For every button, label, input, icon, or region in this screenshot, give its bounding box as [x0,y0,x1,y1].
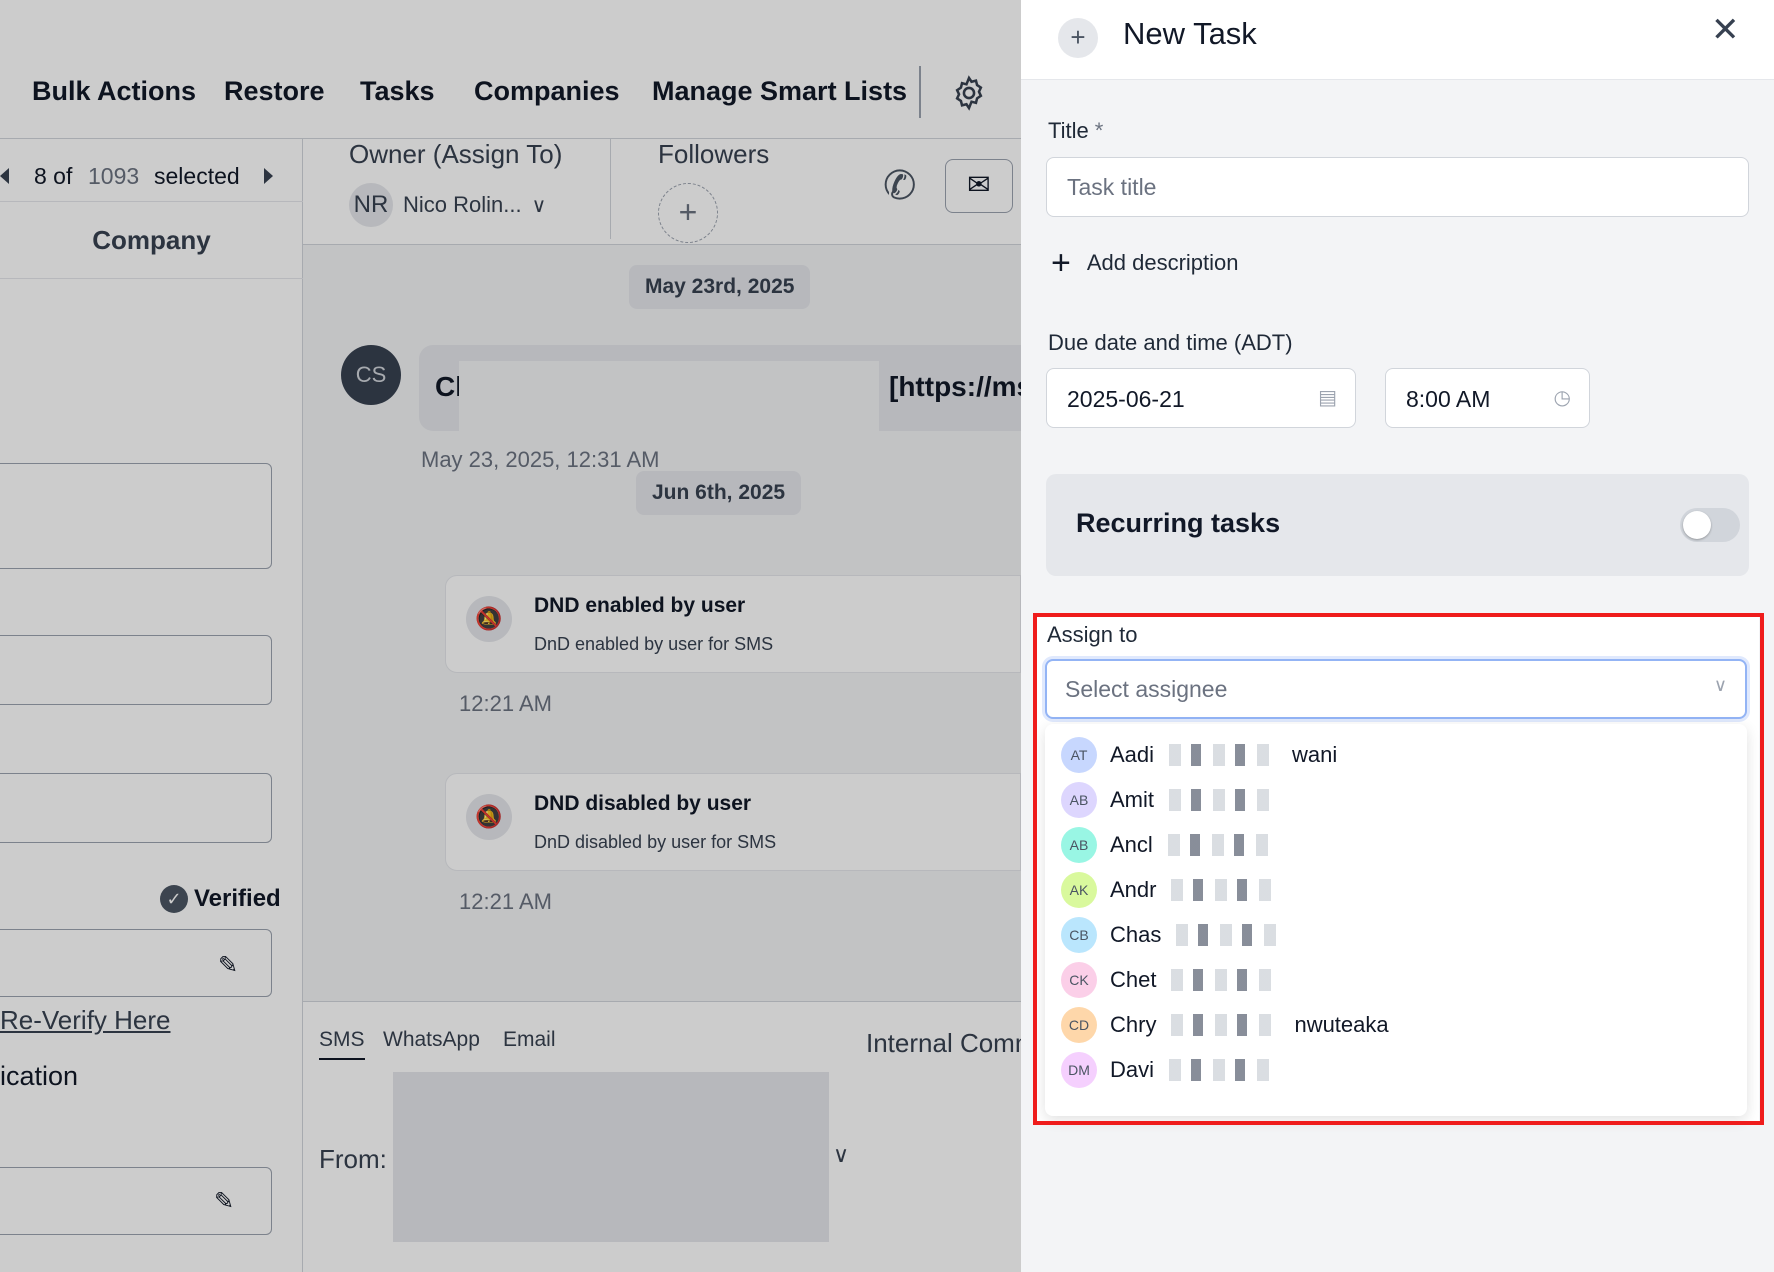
drawer-title: New Task [1123,16,1257,51]
avatar: CK [1061,962,1097,998]
task-title-input[interactable]: Task title [1046,157,1749,217]
recurring-label: Recurring tasks [1076,508,1281,538]
avatar: AT [1061,737,1097,773]
clock-icon[interactable]: ◷ [1554,385,1571,410]
avatar: AK [1061,872,1097,908]
redacted-block [1167,834,1278,856]
assignee-option[interactable]: CB Chas [1061,912,1287,958]
assignee-dropdown: AT Aadi wani AB Amit AB Ancl AK Andr CB Chas CK Chet… [1045,724,1747,1116]
assignee-name: Amit [1110,787,1154,812]
due-time-input[interactable]: 8:00 AM ◷ [1385,368,1590,428]
assignee-option[interactable]: AB Ancl [1061,822,1278,868]
recurring-toggle[interactable] [1680,508,1740,542]
title-label: Title * [1048,118,1104,143]
assignee-option[interactable]: CK Chet [1061,957,1282,1003]
recurring-tasks-row: Recurring tasks [1046,474,1749,576]
due-date-label: Due date and time (ADT) [1048,330,1293,355]
assignee-option[interactable]: AT Aadi wani [1061,732,1337,778]
assignee-option[interactable]: DM Davi [1061,1047,1280,1093]
assignee-name: Chas [1110,922,1162,947]
task-title-placeholder: Task title [1067,174,1157,200]
redacted-block [1171,1014,1282,1036]
due-time-value: 8:00 AM [1406,386,1491,412]
redacted-block [1171,879,1282,901]
required-marker: * [1094,118,1104,143]
assign-section: Assign to Select assignee ∨ AT Aadi wani AB… [1037,614,1759,1122]
assignee-name-end: wani [1292,742,1338,767]
close-icon[interactable]: ✕ [1711,10,1740,50]
avatar: AB [1061,827,1097,863]
avatar: AB [1061,782,1097,818]
new-task-drawer: + New Task ✕ Title * Task title + Add des… [1021,0,1774,1272]
calendar-icon[interactable]: ▤ [1318,385,1337,410]
toggle-knob [1683,511,1711,539]
redacted-block [1171,969,1282,991]
plus-icon: + [1058,18,1098,58]
assignee-option[interactable]: AK Andr [1061,867,1282,913]
assignee-option[interactable]: CD Chry nwuteaka [1061,1002,1389,1048]
avatar: CD [1061,1007,1097,1043]
redacted-block [1169,789,1279,811]
assignee-placeholder: Select assignee [1065,676,1228,702]
assignee-name-end: nwuteaka [1294,1012,1389,1037]
assignee-name: Chet [1110,967,1157,992]
assignee-name: Chry [1110,1012,1157,1037]
assignee-name: Andr [1110,877,1157,902]
plus-icon: + [1051,244,1071,282]
redacted-block [1176,924,1287,946]
avatar: CB [1061,917,1097,953]
drawer-header: + New Task ✕ [1021,0,1774,80]
assignee-name: Ancl [1110,832,1153,857]
chevron-down-icon[interactable]: ∨ [1714,675,1727,696]
due-date-value: 2025-06-21 [1067,386,1185,412]
avatar: DM [1061,1052,1097,1088]
modal-backdrop[interactable] [0,0,1021,1272]
assign-label: Assign to [1047,622,1138,647]
add-description-label: Add description [1086,250,1239,275]
assignee-name: Aadi [1110,742,1155,767]
assignee-select[interactable]: Select assignee ∨ [1045,659,1747,719]
assignee-name: Davi [1110,1057,1155,1082]
redacted-block [1169,744,1280,766]
redacted-block [1169,1059,1280,1081]
due-date-input[interactable]: 2025-06-21 ▤ [1046,368,1356,428]
add-description-button[interactable]: + Add description [1051,244,1239,282]
assignee-option[interactable]: AB Amit [1061,777,1279,823]
